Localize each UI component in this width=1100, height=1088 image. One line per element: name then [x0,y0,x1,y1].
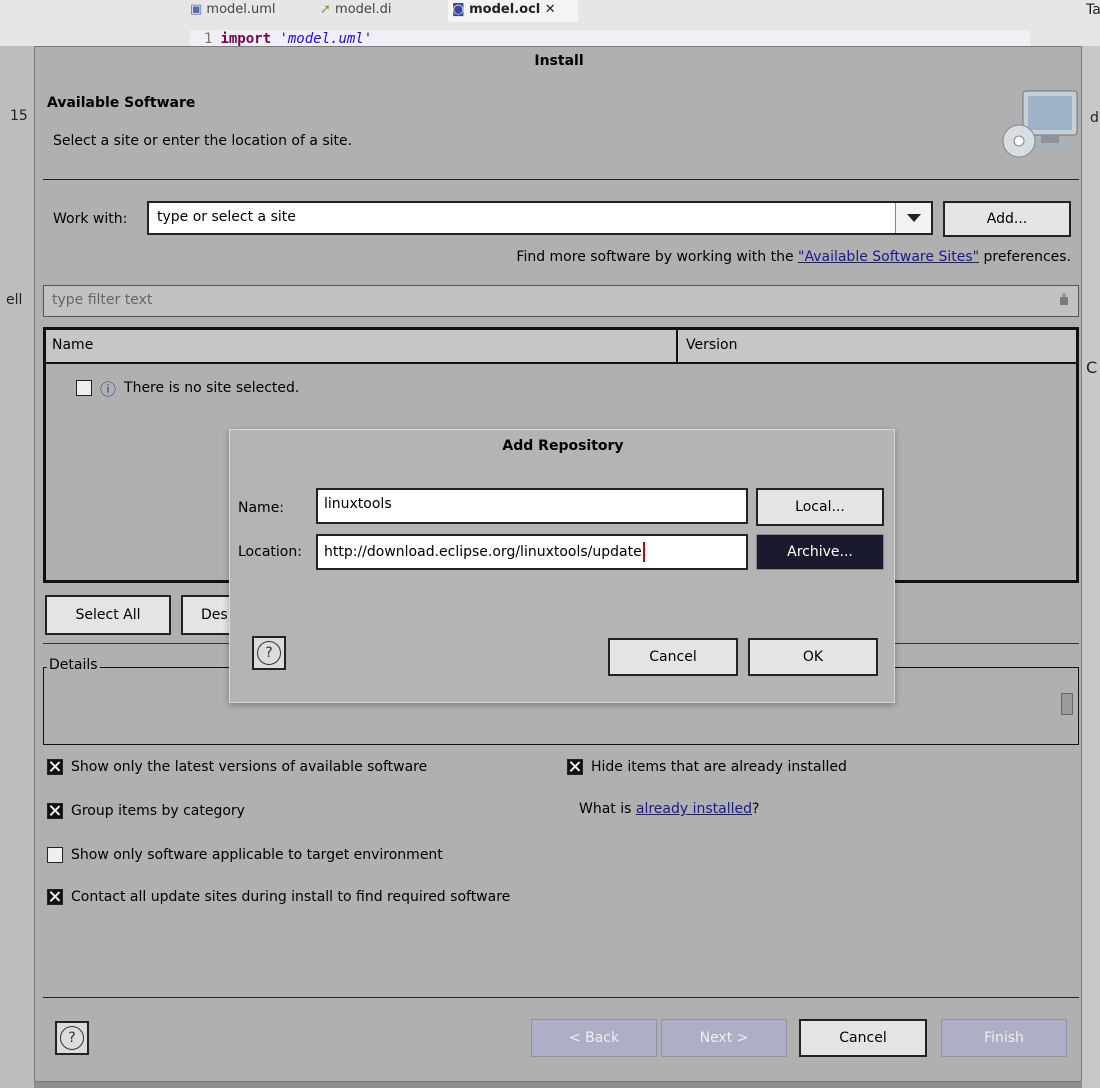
find-more-prefix: Find more software by working with the [516,249,799,265]
back-button[interactable]: < Back [531,1019,657,1057]
checked-checkbox[interactable] [47,759,63,775]
option-contact-sites[interactable]: Contact all update sites during install … [47,889,510,905]
help-button[interactable]: ? [55,1021,89,1055]
page-description: Select a site or enter the location of a… [53,133,353,149]
table-row[interactable]: ⓘ There is no site selected. [76,376,299,400]
checked-checkbox[interactable] [567,759,583,775]
already-installed-link[interactable]: already installed [636,801,752,817]
location-value: http://download.eclipse.org/linuxtools/u… [324,544,642,560]
select-all-button[interactable]: Select All [45,595,171,635]
filter-input[interactable]: type filter text [43,285,1079,317]
text-cursor [642,542,645,562]
row-checkbox[interactable] [76,380,92,396]
location-field[interactable]: http://download.eclipse.org/linuxtools/u… [316,534,748,570]
right-panel-text: Ta [1086,2,1100,18]
help-icon: ? [60,1026,84,1050]
work-with-label: Work with: [53,211,128,227]
checked-checkbox[interactable] [47,803,63,819]
details-scrollbar[interactable] [1061,693,1073,715]
page-title: Available Software [47,95,196,111]
name-field[interactable]: linuxtools [316,488,748,524]
add-repository-dialog: Add Repository Name: linuxtools Local...… [229,429,895,703]
line-number: 1 [204,31,213,47]
editor-tab-model-di[interactable]: ➚ model.di [320,0,430,22]
ocl-file-icon: ◙ [452,2,470,17]
filter-placeholder: type filter text [52,292,153,308]
next-button[interactable]: Next > [661,1019,787,1057]
local-button[interactable]: Local... [756,488,884,526]
archive-button[interactable]: Archive... [756,534,884,570]
cancel-button[interactable]: Cancel [799,1019,927,1057]
option-group-by-category[interactable]: Group items by category [47,803,245,819]
option-label: Show only the latest versions of availab… [71,759,428,775]
option-label: Group items by category [71,803,245,819]
left-workbench-panel [0,46,34,1088]
available-software-sites-link[interactable]: "Available Software Sites" [798,249,979,265]
what-installed-prefix: What is [579,801,636,817]
work-with-value: type or select a site [157,209,296,225]
work-with-combo[interactable]: type or select a site [147,201,933,235]
column-divider[interactable] [676,330,678,364]
left-panel-text: ell [6,292,23,308]
left-panel-text: 15 [10,108,28,124]
option-latest-versions[interactable]: Show only the latest versions of availab… [47,759,427,775]
what-installed-suffix: ? [752,801,760,817]
install-dialog: Install Available Software Select a site… [34,46,1082,1082]
option-hide-installed[interactable]: Hide items that are already installed [567,759,847,775]
name-label: Name: [238,500,285,516]
option-label: Hide items that are already installed [591,759,847,775]
checked-checkbox[interactable] [47,889,63,905]
unchecked-checkbox[interactable] [47,847,63,863]
right-panel-text: C [1086,358,1098,377]
table-header: Name Version [46,330,1076,364]
editor-tab-label: model.uml [206,2,276,17]
help-button[interactable]: ? [252,636,286,670]
info-icon: ⓘ [100,380,117,399]
add-site-button[interactable]: Add... [943,201,1071,237]
header-separator [43,179,1079,180]
editor-tab-label: model.ocl [469,2,541,17]
right-workbench-panel [1082,46,1100,1088]
uml-file-icon: ▣ [190,2,207,17]
finish-button[interactable]: Finish [941,1019,1067,1057]
di-file-icon: ➚ [320,2,336,17]
column-header-name[interactable]: Name [46,330,99,364]
close-icon[interactable]: ✕ [540,2,556,17]
dialog-title: Add Repository [502,438,624,454]
ok-button[interactable]: OK [748,638,878,676]
what-installed-text: What is already installed? [579,801,759,817]
option-label: Contact all update sites during install … [71,889,511,905]
footer-separator [43,997,1079,998]
column-header-version[interactable]: Version [680,330,743,364]
right-panel-text: d [1090,110,1099,126]
help-icon: ? [257,641,281,665]
cancel-button[interactable]: Cancel [608,638,738,676]
no-site-message: There is no site selected. [124,380,300,396]
editor-tab-model-ocl[interactable]: ◙ model.ocl ✕ [448,0,578,22]
details-label: Details [47,657,100,673]
clear-filter-icon[interactable] [1057,291,1071,307]
editor-tab-model-uml[interactable]: ▣ model.uml [190,0,310,22]
option-target-environment[interactable]: Show only software applicable to target … [47,847,443,863]
code-string: 'model.uml' [279,31,373,47]
chevron-down-icon[interactable] [895,203,931,233]
code-keyword: import [220,31,272,47]
location-label: Location: [238,544,302,560]
editor-tab-label: model.di [335,2,392,17]
option-label: Show only software applicable to target … [71,847,443,863]
computer-monitor-icon [1002,90,1078,158]
dialog-title: Install [534,53,584,69]
find-more-text: Find more software by working with the "… [516,249,1071,265]
find-more-suffix: preferences. [979,249,1072,265]
name-value: linuxtools [324,496,392,512]
